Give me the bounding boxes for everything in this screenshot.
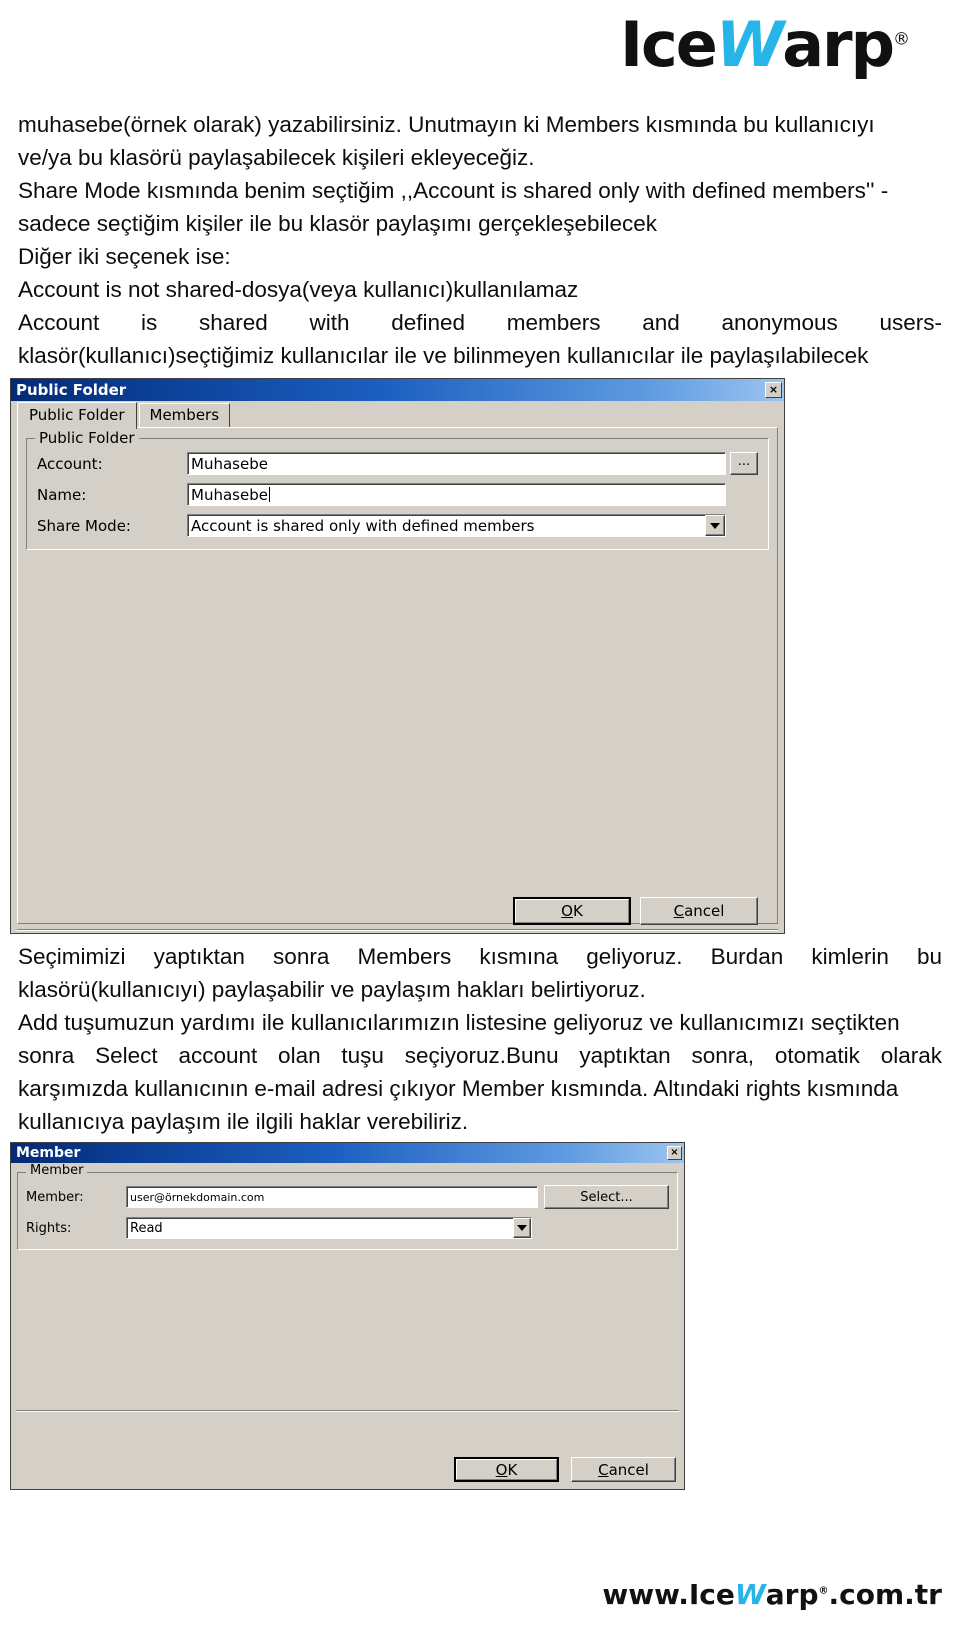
share-mode-label: Share Mode: [37, 516, 131, 535]
member-row: Member: user@örnekdomain.com Select... [26, 1185, 669, 1209]
paragraph-1: muhasebe(örnek olarak) yazabilirsiniz. U… [18, 112, 875, 137]
member-input[interactable]: user@örnekdomain.com [126, 1186, 538, 1208]
paragraph-7: Account is shared with defined members a… [18, 310, 942, 335]
cancel-mnemonic: C [673, 902, 685, 920]
rights-row: Rights: Read [26, 1217, 669, 1239]
member-titlebar: Member × [11, 1143, 684, 1163]
public-folder-button-row: OK Cancel [513, 897, 758, 925]
public-folder-separator [17, 929, 778, 931]
paragraph-10: klasörü(kullanıcıyı) paylaşabilir ve pay… [18, 977, 646, 1002]
member-body: Member Member: user@örnekdomain.com Sele… [11, 1163, 684, 1410]
rights-label: Rights: [26, 1220, 72, 1236]
public-folder-title: Public Folder [16, 381, 127, 399]
cancel-label-rest: ancel [608, 1460, 649, 1479]
paragraph-12: sonra Select account olan tuşu seçiyoruz… [18, 1043, 942, 1068]
middle-text-block: Seçimimizi yaptıktan sonra Members kısmı… [0, 940, 960, 1138]
cancel-button[interactable]: Cancel [640, 897, 758, 925]
member-separator [16, 1410, 679, 1412]
rights-select[interactable]: Read [126, 1217, 532, 1239]
paragraph-2: ve/ya bu klasörü paylaşabilecek kişileri… [18, 145, 535, 170]
footer-tld: .com.tr [828, 1578, 942, 1611]
cancel-button[interactable]: Cancel [571, 1457, 676, 1482]
public-folder-empty-area [18, 550, 777, 880]
member-label: Member: [26, 1189, 84, 1205]
member-title: Member [16, 1145, 81, 1161]
logo-text-pre: Ice [619, 8, 718, 81]
member-dialog[interactable]: Member × Member Member: user@örnekdomain… [10, 1142, 685, 1490]
cancel-mnemonic: C [598, 1460, 609, 1479]
public-folder-tabpage: Public Folder Account: Muhasebe ... Name… [17, 427, 778, 924]
groupbox-legend: Public Folder [35, 429, 139, 447]
paragraph-6: Account is not shared-dosya(veya kullanı… [18, 277, 579, 302]
rights-value: Read [130, 1220, 163, 1236]
member-empty-area [11, 1250, 684, 1410]
chevron-down-icon[interactable] [705, 515, 725, 536]
intro-text-block: muhasebe(örnek olarak) yazabilirsiniz. U… [0, 108, 960, 372]
ok-button[interactable]: OK [454, 1457, 559, 1482]
ok-mnemonic: O [495, 1460, 508, 1479]
tab-members[interactable]: Members [138, 403, 231, 427]
chevron-down-icon[interactable] [513, 1218, 531, 1238]
account-label: Account: [37, 454, 103, 473]
footer-text-post: arp [765, 1578, 819, 1611]
name-input-value: Muhasebe [191, 485, 268, 504]
member-groupbox: Member Member: user@örnekdomain.com Sele… [17, 1163, 678, 1250]
icewarp-logo: IceWarp® [620, 14, 910, 76]
public-folder-dialog[interactable]: Public Folder × Public Folder Members Pu… [10, 378, 785, 934]
tab-public-folder[interactable]: Public Folder [17, 402, 137, 429]
paragraph-3: Share Mode kısmında benim seçtiğim ,,Acc… [18, 178, 889, 203]
account-browse-button[interactable]: ... [730, 452, 758, 475]
paragraph-14: kullanıcıya paylaşım ile ilgili haklar v… [18, 1109, 469, 1134]
paragraph-11: Add tuşumuzun yardımı ile kullanıcılarım… [18, 1010, 900, 1035]
footer-text-pre: www.Ice [602, 1578, 735, 1611]
logo-text-w: W [715, 8, 784, 81]
name-row: Name: Muhasebe [37, 483, 758, 506]
logo-text-post: arp [782, 8, 895, 81]
public-folder-tabstrip: Public Folder Members [11, 401, 784, 429]
select-account-button[interactable]: Select... [544, 1185, 669, 1209]
ok-label-rest: K [572, 902, 583, 920]
share-mode-row: Share Mode: Account is shared only with … [37, 514, 758, 537]
account-row: Account: Muhasebe ... [37, 452, 758, 475]
paragraph-5: Diğer iki seçenek ise: [18, 244, 231, 269]
document-page: { "brand": { "logo_pre": "Ice", "logo_w"… [0, 0, 960, 1625]
footer-registered-icon: ® [818, 1585, 829, 1597]
name-label: Name: [37, 485, 87, 504]
share-mode-value: Account is shared only with defined memb… [191, 516, 535, 535]
footer-text-w: W [734, 1578, 766, 1611]
close-icon[interactable]: × [765, 382, 782, 398]
text-caret [268, 487, 270, 502]
page-footer: www.IceWarp®.com.tr [602, 1578, 942, 1611]
name-input[interactable]: Muhasebe [187, 483, 726, 506]
ok-button[interactable]: OK [513, 897, 631, 925]
share-mode-select[interactable]: Account is shared only with defined memb… [187, 514, 726, 537]
account-input[interactable]: Muhasebe [187, 452, 726, 475]
registered-trademark-icon: ® [893, 29, 910, 50]
member-button-row: OK Cancel [454, 1457, 676, 1482]
public-folder-titlebar: Public Folder × [11, 379, 784, 401]
paragraph-13: karşımızda kullanıcının e-mail adresi çı… [18, 1076, 899, 1101]
ok-label-rest: K [507, 1460, 518, 1479]
close-icon[interactable]: × [667, 1146, 682, 1160]
paragraph-8: klasör(kullanıcı)seçtiğimiz kullanıcılar… [18, 343, 869, 368]
cancel-label-rest: ancel [684, 902, 725, 920]
page-header: IceWarp® [0, 0, 960, 104]
ok-mnemonic: O [561, 902, 573, 920]
paragraph-9: Seçimimizi yaptıktan sonra Members kısmı… [18, 944, 942, 969]
public-folder-groupbox: Public Folder Account: Muhasebe ... Name… [26, 429, 769, 550]
member-groupbox-legend: Member [26, 1163, 88, 1178]
paragraph-4: sadece seçtiğim kişiler ile bu klasör pa… [18, 211, 658, 236]
